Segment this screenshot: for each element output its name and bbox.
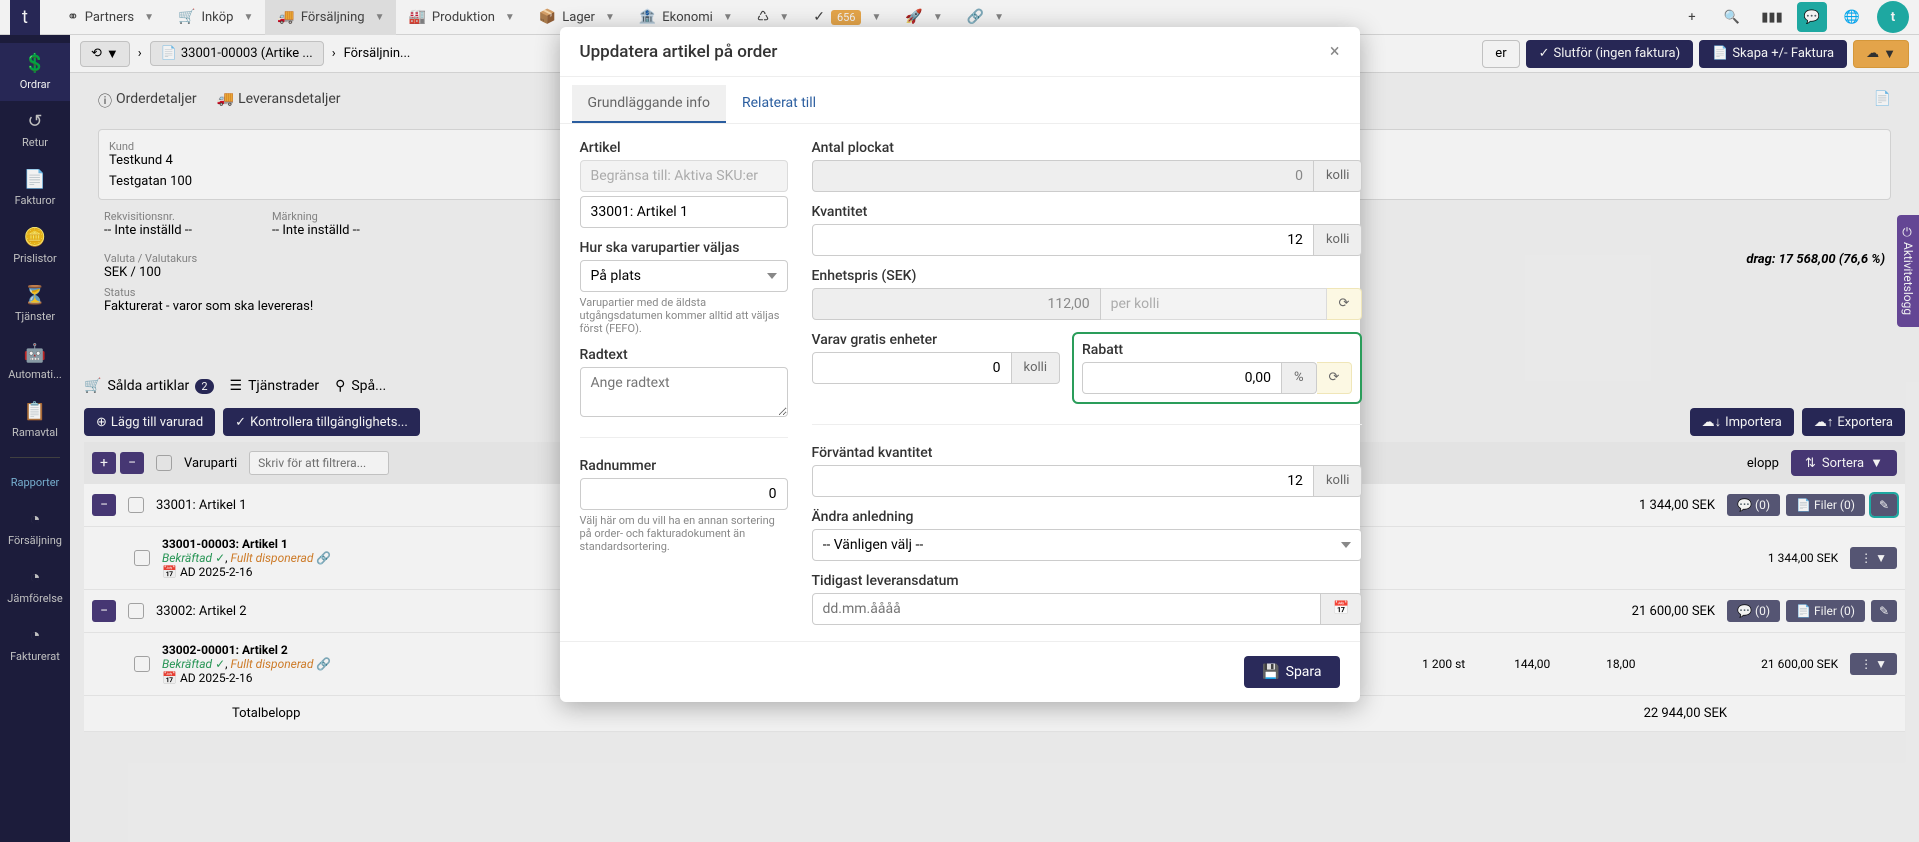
rabatt-input[interactable] [1082,362,1282,394]
kvantitet-input[interactable] [812,224,1314,256]
refresh-price-button[interactable]: ⟳ [1327,288,1363,320]
refresh-icon: ⟳ [1329,370,1340,385]
artikel-label: Artikel [580,140,788,156]
forvantad-unit: kolli [1314,465,1363,497]
plockat-unit: kolli [1314,160,1363,192]
gratis-input[interactable] [812,352,1012,384]
refresh-rabatt-button[interactable]: ⟳ [1317,362,1353,394]
pris-label: Enhetspris (SEK) [812,268,1363,284]
datum-label: Tidigast leveransdatum [812,573,1363,589]
calendar-button[interactable]: 📅 [1321,593,1362,625]
forvantad-input[interactable] [812,465,1314,497]
radtext-label: Radtext [580,347,788,363]
gratis-label: Varav gratis enheter [812,332,1061,348]
update-article-modal: Uppdatera artikel på order × Grundläggan… [560,27,1360,702]
close-button[interactable]: × [1330,41,1340,62]
gratis-unit: kolli [1012,352,1061,384]
plockat-input [812,160,1314,192]
rabatt-highlight: Rabatt % ⟳ [1072,332,1362,404]
save-icon: 💾 [1262,664,1279,680]
pris-unit-select: per kolli [1101,288,1327,320]
rabatt-unit: % [1282,362,1317,394]
varuparti-label: Hur ska varupartier väljas [580,240,788,256]
save-button[interactable]: 💾Spara [1244,656,1339,688]
artikel-input[interactable] [580,196,788,228]
tab-related[interactable]: Relaterat till [726,85,832,123]
radnummer-help: Välj här om du vill ha en annan sorterin… [580,514,788,553]
kvantitet-unit: kolli [1314,224,1363,256]
anledning-select[interactable]: -- Vänligen välj -- [812,529,1363,561]
kvantitet-label: Kvantitet [812,204,1363,220]
plockat-label: Antal plockat [812,140,1363,156]
varuparti-select[interactable]: På plats [580,260,788,292]
radnummer-label: Radnummer [580,458,788,474]
artikel-filter-select: Begränsa till: Aktiva SKU:er [580,160,788,192]
anledning-label: Ändra anledning [812,509,1363,525]
modal-title: Uppdatera artikel på order [580,42,778,62]
radnummer-input[interactable] [580,478,788,510]
forvantad-label: Förväntad kvantitet [812,445,1363,461]
datum-input[interactable] [812,593,1322,625]
rabatt-label: Rabatt [1082,342,1352,358]
refresh-icon: ⟳ [1339,296,1350,311]
tab-basic-info[interactable]: Grundläggande info [572,85,727,123]
pris-input [812,288,1101,320]
varuparti-help: Varupartier med de äldsta utgångsdatumen… [580,296,788,335]
radtext-input[interactable] [580,367,788,417]
calendar-icon: 📅 [1333,601,1349,616]
